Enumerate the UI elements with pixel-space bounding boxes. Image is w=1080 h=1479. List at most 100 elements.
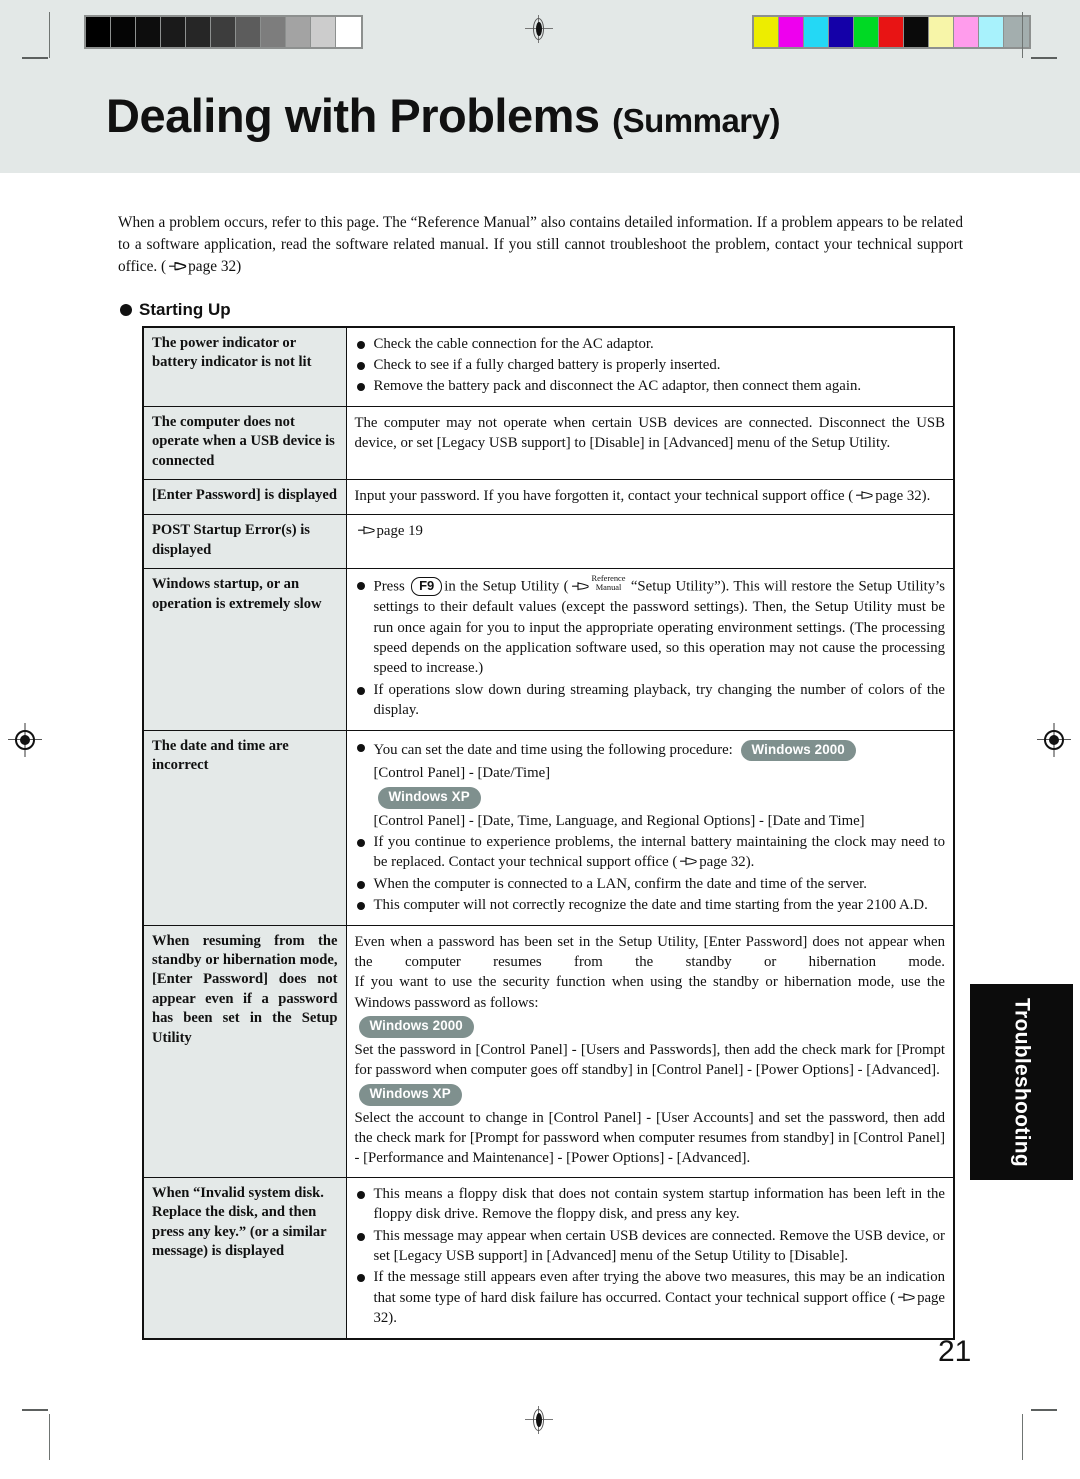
color-swatch bbox=[879, 17, 904, 47]
registration-mark-right bbox=[1037, 723, 1071, 757]
list-item: This message may appear when certain USB… bbox=[355, 1226, 945, 1267]
registration-mark-top-center bbox=[525, 15, 553, 43]
remedy-bullet-list: This means a floppy disk that does not c… bbox=[355, 1184, 946, 1329]
badge-windows-xp: Windows XP bbox=[358, 1083, 462, 1106]
intro-text: When a problem occurs, refer to this pag… bbox=[118, 214, 963, 275]
list-item: Check to see if a fully charged battery … bbox=[355, 355, 946, 375]
table-row: The computer does not operate when a USB… bbox=[142, 405, 955, 481]
section-bullet-icon bbox=[120, 303, 132, 316]
intro-page-ref: page 32) bbox=[188, 257, 242, 275]
remedy-cell: You can set the date and time using the … bbox=[345, 729, 955, 926]
section-heading-label: Starting Up bbox=[139, 299, 231, 319]
pointing-hand-icon bbox=[678, 855, 698, 868]
remedy-text: The computer may not operate when certai… bbox=[354, 414, 946, 452]
page-content: When a problem occurs, refer to this pag… bbox=[118, 212, 963, 1340]
grayscale-swatch bbox=[286, 17, 311, 47]
symptom-text: When “Invalid system disk. Replace the d… bbox=[152, 1184, 327, 1259]
press-label: Press bbox=[373, 578, 405, 595]
crop-tick-bottom-left bbox=[22, 1409, 48, 1411]
table-row: When resuming from the standby or hibern… bbox=[142, 924, 955, 1178]
color-swatch bbox=[754, 17, 779, 47]
grayscale-swatch bbox=[136, 17, 161, 47]
color-swatch bbox=[854, 17, 879, 47]
symptom-text: When resuming from the standby or hibern… bbox=[152, 932, 338, 1046]
symptom-text: The date and time are incorrect bbox=[152, 737, 289, 774]
grayscale-swatch bbox=[186, 17, 211, 47]
reference-manual-line2: Manual bbox=[595, 582, 622, 592]
list-item: This means a floppy disk that does not c… bbox=[355, 1184, 945, 1225]
windows-xp-instructions: Select the account to change in [Control… bbox=[354, 1109, 946, 1167]
remedy-text: page 19 bbox=[355, 521, 946, 541]
crop-tick-top-right bbox=[1031, 57, 1057, 59]
color-swatch bbox=[804, 17, 829, 47]
remedy-page-ref: page 32). bbox=[875, 488, 931, 505]
setup-utility-label: in the Setup Utility ( bbox=[444, 578, 569, 595]
side-tab-label: Troubleshooting bbox=[1010, 997, 1034, 1167]
crop-mark-bottom-left bbox=[49, 1414, 50, 1460]
pointing-hand-icon bbox=[570, 580, 590, 593]
table-row: The date and time are incorrect You can … bbox=[142, 729, 955, 926]
remedy-page-ref: page 32). bbox=[699, 854, 755, 871]
symptom-cell: The date and time are incorrect bbox=[142, 729, 347, 926]
page-title: Dealing with Problems (Summary) bbox=[106, 88, 780, 143]
remedy-cell: page 19 bbox=[345, 514, 955, 570]
remedy-paragraph-2: If you want to use the security function… bbox=[354, 974, 946, 1011]
symptom-cell: The power indicator or battery indicator… bbox=[142, 326, 347, 407]
symptom-text: Windows startup, or an operation is extr… bbox=[152, 576, 322, 612]
list-item: If operations slow down during streaming… bbox=[355, 680, 945, 721]
list-item: When the computer is connected to a LAN,… bbox=[355, 874, 946, 894]
reference-manual-label: Reference Manual bbox=[592, 574, 626, 592]
grayscale-swatch bbox=[161, 17, 186, 47]
windows-2000-instructions: Set the password in [Control Panel] - [U… bbox=[354, 1041, 946, 1079]
list-item: Remove the battery pack and disconnect t… bbox=[355, 376, 946, 396]
color-swatch bbox=[829, 17, 854, 47]
pointing-hand-icon bbox=[356, 524, 376, 537]
crop-mark-bottom-right bbox=[1022, 1414, 1023, 1460]
remedy-text: Input your password. If you have forgott… bbox=[355, 486, 946, 506]
color-swatch bbox=[979, 17, 1004, 47]
side-tab-troubleshooting: Troubleshooting bbox=[968, 982, 1075, 1182]
remedy-bullet-list: Press F9 in the Setup Utility ( Reference M… bbox=[355, 574, 945, 721]
list-item: You can set the date and time using the … bbox=[355, 737, 946, 831]
remedy-bullet-list: You can set the date and time using the … bbox=[355, 737, 946, 916]
remedy-bullet-list: Check the cable connection for the AC ad… bbox=[355, 334, 946, 397]
list-item: If you continue to experience problems, … bbox=[355, 832, 946, 873]
list-item: Check the cable connection for the AC ad… bbox=[355, 334, 946, 354]
remedy-cell: The computer may not operate when certai… bbox=[345, 405, 955, 481]
remedy-text-before: If you continue to experience problems, … bbox=[373, 833, 946, 871]
color-calibration-bar bbox=[752, 15, 1031, 49]
table-row: POST Startup Error(s) is displayed page … bbox=[142, 514, 955, 570]
table-row: Windows startup, or an operation is extr… bbox=[142, 568, 955, 731]
color-swatch bbox=[904, 17, 929, 47]
remedy-page-ref: page 19 bbox=[376, 523, 423, 540]
windows-xp-path: [Control Panel] - [Date, Time, Language,… bbox=[373, 812, 865, 829]
symptom-cell: When resuming from the standby or hibern… bbox=[142, 924, 347, 1178]
grayscale-swatch bbox=[86, 17, 111, 47]
remedy-text-before: Input your password. If you have forgott… bbox=[354, 488, 854, 505]
crop-tick-bottom-right bbox=[1031, 1409, 1057, 1411]
color-swatch bbox=[779, 17, 804, 47]
crop-mark-top-left bbox=[49, 12, 50, 58]
color-swatch bbox=[929, 17, 954, 47]
list-item: This computer will not correctly recogni… bbox=[355, 895, 946, 915]
crop-tick-top-left bbox=[22, 57, 48, 59]
remedy-lead-text: You can set the date and time using the … bbox=[373, 741, 733, 758]
symptom-text: [Enter Password] is displayed bbox=[152, 487, 338, 504]
key-f9-icon: F9 bbox=[411, 576, 443, 596]
grayscale-swatch bbox=[311, 17, 336, 47]
troubleshooting-table: The power indicator or battery indicator… bbox=[142, 325, 955, 1340]
grayscale-swatch bbox=[261, 17, 286, 47]
table-row: The power indicator or battery indicator… bbox=[142, 326, 955, 407]
remedy-text-before: If the message still appears even after … bbox=[373, 1269, 946, 1306]
badge-windows-xp: Windows XP bbox=[377, 786, 481, 809]
list-item: If the message still appears even after … bbox=[355, 1267, 946, 1328]
pointing-hand-icon bbox=[167, 260, 187, 273]
color-swatch bbox=[1004, 17, 1029, 47]
symptom-cell: The computer does not operate when a USB… bbox=[142, 405, 347, 481]
remedy-cell: This means a floppy disk that does not c… bbox=[345, 1176, 955, 1340]
symptom-cell: [Enter Password] is displayed bbox=[142, 479, 347, 516]
symptom-cell: POST Startup Error(s) is displayed bbox=[142, 514, 347, 570]
grayscale-swatch bbox=[211, 17, 236, 47]
section-heading-starting-up: Starting Up bbox=[120, 300, 963, 320]
grayscale-calibration-bar bbox=[84, 15, 363, 49]
